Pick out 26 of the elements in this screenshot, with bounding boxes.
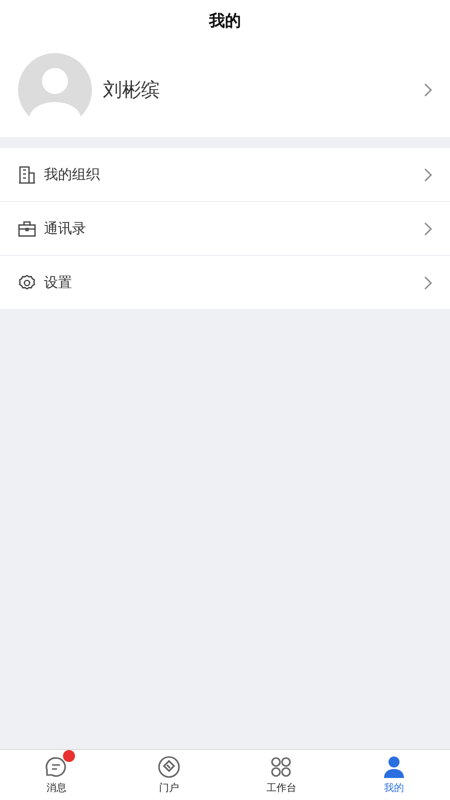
page-title: 我的 <box>209 10 241 32</box>
portal-icon <box>156 755 181 779</box>
tab-label: 消息 <box>46 782 66 795</box>
menu-item[interactable]: 我的组织 <box>0 148 450 202</box>
briefcase-icon <box>18 220 36 238</box>
chevron-right-icon <box>424 82 432 96</box>
menu-item[interactable]: 设置 <box>0 256 450 310</box>
chevron-right-icon <box>424 276 432 290</box>
tab-label: 工作台 <box>266 782 296 795</box>
user-name: 刘彬缤 <box>103 78 161 102</box>
tab-label: 门户 <box>158 782 179 795</box>
person-icon <box>382 755 406 779</box>
profile-row[interactable]: 刘彬缤 <box>0 42 450 137</box>
tab-bar-item[interactable]: 门户 <box>112 750 225 800</box>
grid-icon <box>269 755 294 779</box>
building-icon <box>18 166 36 184</box>
tab-label: 我的 <box>384 782 404 795</box>
tab-bar-item[interactable]: 消息 <box>0 750 112 800</box>
chevron-right-icon <box>424 168 432 182</box>
avatar-icon <box>18 52 92 126</box>
tab-bar-item[interactable]: 我的 <box>338 750 450 800</box>
menu-item[interactable]: 通讯录 <box>0 202 450 256</box>
settings-icon <box>18 274 36 292</box>
tab-bar-item[interactable]: 工作台 <box>225 750 338 800</box>
chat-bubble-icon <box>44 755 68 779</box>
chevron-right-icon <box>424 222 432 236</box>
